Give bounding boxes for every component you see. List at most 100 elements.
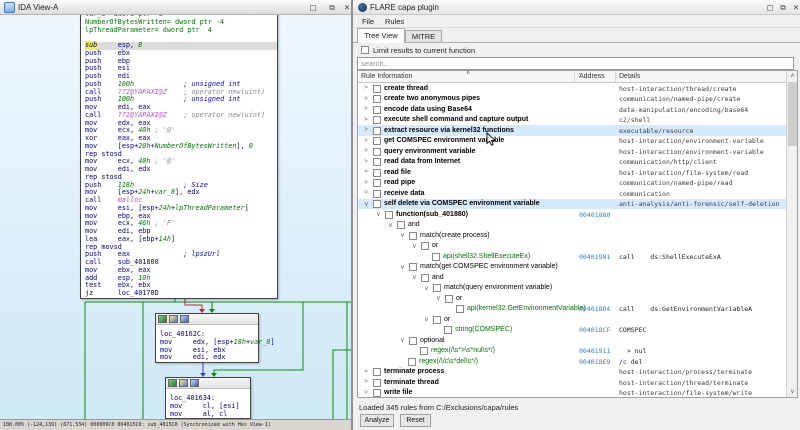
rule-name[interactable]: terminate thread (384, 379, 439, 386)
rule-name[interactable]: receive data (384, 190, 424, 197)
rule-checkbox[interactable] (385, 210, 393, 219)
rule-row[interactable]: > create two anonymous pipes communication… (358, 94, 788, 105)
rule-checkbox[interactable] (373, 378, 381, 387)
rule-row[interactable]: > terminate process host-interaction/proce… (358, 367, 788, 378)
rule-checkbox[interactable] (445, 294, 453, 303)
vertical-scrollbar[interactable]: ∧ ∨ (786, 71, 797, 397)
maximize-icon[interactable]: ▢ (763, 2, 777, 13)
rule-checkbox[interactable] (373, 147, 381, 156)
rule-name[interactable]: encode data using Base64 (384, 106, 472, 113)
expand-arrow-icon[interactable]: > (364, 95, 368, 102)
rule-name[interactable]: api(shell32.ShellExecuteEx) (443, 253, 530, 260)
tree-row[interactable]: ∨ or (358, 241, 788, 252)
rule-name[interactable]: create two anonymous pipes (384, 95, 480, 102)
tree-row[interactable]: ∨ match(create process) (358, 230, 788, 241)
expand-arrow-icon[interactable]: > (364, 179, 368, 186)
block-loc401634[interactable]: loc_401634: mov cl, [esi] mov al, cl (165, 377, 251, 419)
rule-name[interactable]: self delete via COMSPEC environment vari… (384, 200, 540, 207)
limit-results-checkbox[interactable] (361, 46, 369, 54)
rule-checkbox[interactable] (373, 84, 381, 93)
expand-arrow-icon[interactable]: > (364, 147, 368, 154)
rule-checkbox[interactable] (433, 315, 441, 324)
maximize-icon[interactable]: ▢ (306, 2, 320, 13)
block-icon[interactable] (180, 315, 189, 323)
address-link[interactable]: 004018D4 (579, 305, 610, 313)
tree-row[interactable]: ∨ and (358, 272, 788, 283)
search-input[interactable] (357, 57, 794, 70)
rule-name[interactable]: function(sub_401880) (396, 211, 468, 218)
column-address[interactable]: Address (579, 73, 605, 80)
asm-instruction-line[interactable]: jz loc_40170D (85, 289, 277, 298)
expand-arrow-icon[interactable]: > (364, 189, 368, 196)
rule-checkbox[interactable] (433, 284, 441, 292)
rule-checkbox[interactable] (420, 347, 428, 355)
block-titlebar[interactable] (156, 314, 258, 325)
rule-row[interactable]: > read file host-interaction/file-system/r… (358, 167, 788, 178)
rule-checkbox[interactable] (373, 158, 381, 166)
rule-row[interactable]: > write file host-interaction/file-system/… (358, 388, 788, 397)
tree-row[interactable]: api(kernel32.GetEnvironmentVariable) 0040… (358, 304, 788, 315)
column-rule-information[interactable]: Rule Information (361, 73, 412, 80)
tree-row[interactable]: ∨ function(sub_401880) 00401880 (358, 209, 788, 220)
rule-checkbox[interactable] (373, 168, 381, 177)
rule-checkbox[interactable] (373, 368, 381, 376)
rule-name[interactable]: optional (420, 337, 445, 344)
rule-name[interactable]: api(kernel32.GetEnvironmentVariable) (467, 305, 586, 312)
collapse-arrow-icon[interactable]: ∨ (424, 284, 429, 292)
column-separator[interactable] (615, 72, 616, 82)
rule-checkbox[interactable] (397, 221, 405, 229)
float-icon[interactable]: ⧉ (776, 2, 790, 13)
collapse-arrow-icon[interactable]: ∨ (436, 294, 441, 302)
rule-checkbox[interactable] (373, 95, 381, 103)
rule-name[interactable]: regex(/\/c\s*del\s*/) (419, 358, 478, 365)
collapse-arrow-icon[interactable]: ∨ (364, 200, 369, 208)
block-icon[interactable] (190, 379, 199, 387)
rule-row[interactable]: > create thread host-interaction/thread/cr… (358, 83, 788, 94)
tree-row[interactable]: ∨ match(get COMSPEC environment variable) (358, 262, 788, 273)
tree-row[interactable]: regex(/\s*>\s*nul\s*/) 00401911 > nul (358, 346, 788, 357)
rule-checkbox[interactable] (373, 189, 381, 198)
rule-name[interactable]: read data from Internet (384, 158, 460, 165)
rule-name[interactable]: read file (384, 169, 411, 176)
address-link[interactable]: 004018CF (579, 326, 610, 334)
scroll-down-icon[interactable]: ∨ (787, 387, 797, 397)
expand-arrow-icon[interactable]: > (364, 84, 368, 91)
rule-name[interactable]: query environment variable (384, 148, 475, 155)
rule-row[interactable]: > read data from Internet communication/ht… (358, 157, 788, 168)
rule-name[interactable]: read pipe (384, 179, 415, 186)
rule-checkbox[interactable] (432, 252, 440, 261)
expand-arrow-icon[interactable]: > (364, 168, 368, 175)
tree-row[interactable]: string(COMSPEC) 004018CF COMSPEC (358, 325, 788, 336)
collapse-arrow-icon[interactable]: ∨ (376, 210, 381, 218)
rule-row[interactable]: > read pipe communication/named-pipe/read (358, 178, 788, 189)
expand-arrow-icon[interactable]: > (364, 137, 368, 144)
rule-row[interactable]: > receive data communication (358, 188, 788, 199)
rule-name[interactable]: string(COMSPEC) (455, 326, 512, 333)
collapse-arrow-icon[interactable]: ∨ (400, 231, 405, 239)
collapse-arrow-icon[interactable]: ∨ (400, 263, 405, 271)
rule-row[interactable]: ∨ self delete via COMSPEC environment var… (358, 198, 788, 209)
rule-row[interactable]: > terminate thread host-interaction/thread… (358, 377, 788, 388)
analyze-button[interactable]: Analyze (360, 414, 394, 427)
rule-name[interactable]: execute shell command and capture output (384, 116, 528, 123)
rule-name[interactable]: create thread (384, 85, 428, 92)
tree-row[interactable]: api(shell32.ShellExecuteEx) 00401981 call … (358, 251, 788, 262)
tree-row[interactable]: ∨ and (358, 220, 788, 231)
reset-button[interactable]: Reset (400, 414, 431, 427)
address-link[interactable]: 00401911 (579, 347, 610, 355)
collapse-arrow-icon[interactable]: ∨ (412, 242, 417, 250)
rule-row[interactable]: > get COMSPEC environment variable host-in… (358, 136, 788, 147)
tree-row[interactable]: ∨ match(query environment variable) (358, 283, 788, 294)
expand-arrow-icon[interactable]: > (364, 105, 368, 112)
rule-name[interactable]: write file (384, 389, 412, 396)
rule-row[interactable]: > extract resource via kernel32 functions… (358, 125, 788, 136)
close-icon[interactable]: ✕ (340, 2, 354, 13)
column-separator[interactable] (574, 72, 575, 82)
rule-name[interactable]: or (444, 316, 450, 323)
rule-checkbox[interactable] (373, 179, 381, 187)
tree-row[interactable]: ∨ or (358, 293, 788, 304)
expand-arrow-icon[interactable]: > (364, 116, 368, 123)
tree-row[interactable]: ∨ optional (358, 335, 788, 346)
menu-rules[interactable]: Rules (385, 17, 404, 26)
rule-checkbox[interactable] (444, 326, 452, 334)
